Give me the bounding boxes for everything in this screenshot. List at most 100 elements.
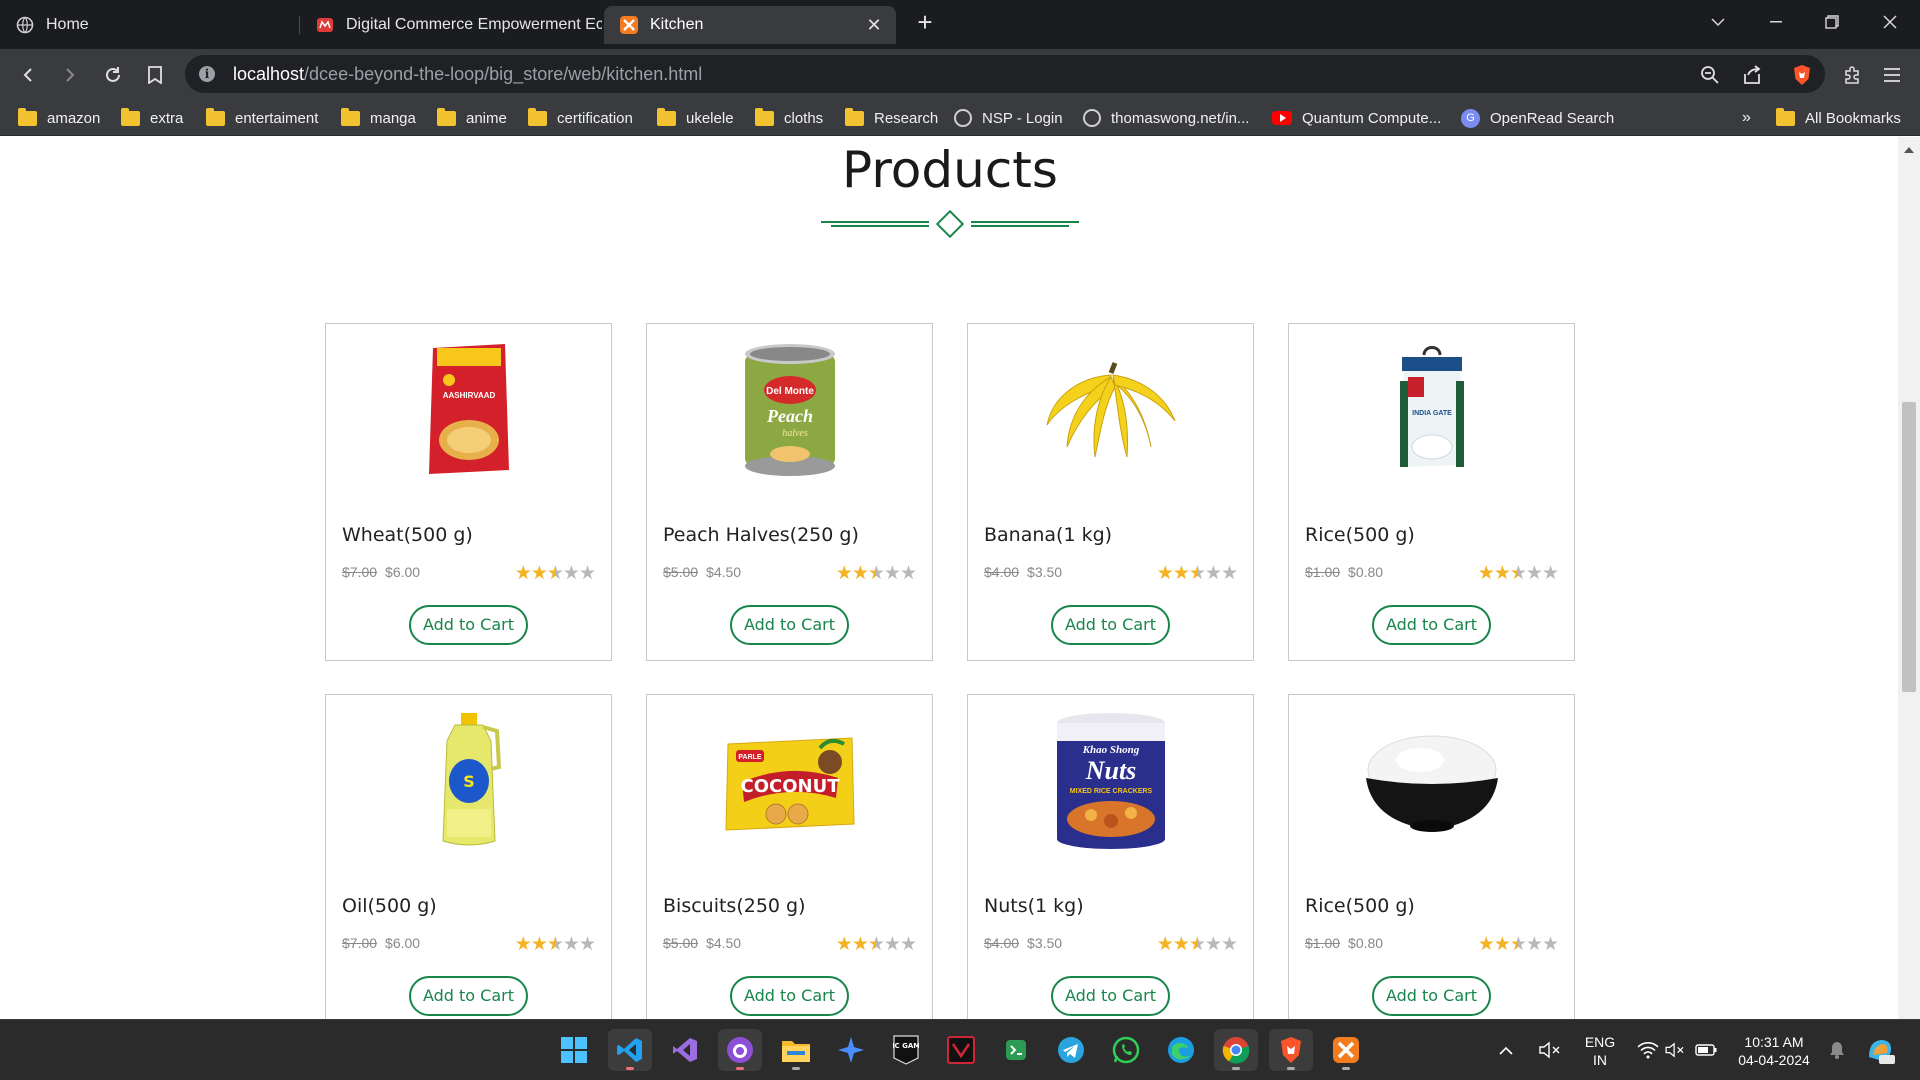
page-scrollbar[interactable] bbox=[1898, 137, 1920, 1019]
add-to-cart-button[interactable]: Add to Cart bbox=[1372, 605, 1491, 645]
product-card-peach-halves[interactable]: Del Monte Peach halves Peach Halves(250 … bbox=[646, 323, 933, 661]
address-bar[interactable]: i localhost/dcee-beyond-the-loop/big_sto… bbox=[185, 55, 1825, 93]
bookmark-entertaiment[interactable]: entertaiment bbox=[206, 107, 318, 128]
add-to-cart-button[interactable]: Add to Cart bbox=[730, 605, 849, 645]
bookmark-manga[interactable]: manga bbox=[341, 107, 416, 128]
product-name[interactable]: Rice(500 g) bbox=[1305, 524, 1415, 546]
tab-digital-commerce[interactable]: Digital Commerce Empowerment Ec bbox=[300, 6, 602, 44]
bookmark-nsp-login[interactable]: NSP - Login bbox=[954, 108, 1063, 128]
product-image[interactable]: AASHIRVAAD bbox=[326, 340, 611, 480]
bookmark-amazon[interactable]: amazon bbox=[18, 107, 100, 128]
xampp-icon[interactable] bbox=[1324, 1029, 1368, 1071]
windows-start-icon[interactable] bbox=[552, 1029, 596, 1071]
product-name[interactable]: Rice(500 g) bbox=[1305, 895, 1415, 917]
product-image[interactable] bbox=[1289, 711, 1574, 851]
show-hidden-icons-chevron-icon[interactable] bbox=[1490, 1029, 1522, 1071]
vscode-icon[interactable] bbox=[608, 1029, 652, 1071]
epic-games-icon[interactable]: EPIC GAMES bbox=[884, 1029, 928, 1071]
rice-bag-icon: INDIA GATE bbox=[1399, 346, 1464, 467]
old-price: $7.00 bbox=[342, 564, 378, 580]
back-arrow-icon[interactable] bbox=[14, 61, 42, 89]
add-to-cart-button[interactable]: Add to Cart bbox=[409, 605, 528, 645]
rating-stars: ★★★★★ bbox=[835, 934, 917, 955]
share-icon[interactable] bbox=[1738, 61, 1766, 89]
add-to-cart-button[interactable]: Add to Cart bbox=[1051, 605, 1170, 645]
language-indicator[interactable]: ENG IN bbox=[1580, 1033, 1620, 1069]
close-icon[interactable]: ✕ bbox=[864, 15, 884, 35]
telegram-icon[interactable] bbox=[1049, 1029, 1093, 1071]
product-card-rice-bowl[interactable]: Rice(500 g) $1.00 $0.80 ★★★★★ Add to Cart bbox=[1288, 694, 1575, 1019]
product-image[interactable]: Del Monte Peach halves bbox=[647, 340, 932, 480]
zoom-icon[interactable] bbox=[1696, 61, 1724, 89]
copilot-pre-icon[interactable] bbox=[1858, 1029, 1902, 1071]
product-card-wheat[interactable]: AASHIRVAAD Wheat(500 g) $7.00 $6.00 ★★★★★… bbox=[325, 323, 612, 661]
whatsapp-icon[interactable] bbox=[1104, 1029, 1148, 1071]
product-name[interactable]: Peach Halves(250 g) bbox=[663, 524, 859, 546]
openread-icon: G bbox=[1461, 108, 1480, 128]
brave-shields-icon[interactable] bbox=[1788, 61, 1816, 89]
tab-home[interactable]: Home bbox=[0, 6, 300, 44]
add-to-cart-button[interactable]: Add to Cart bbox=[730, 976, 849, 1016]
bookmark-icon[interactable] bbox=[141, 61, 169, 89]
bookmark-extra[interactable]: extra bbox=[121, 107, 183, 128]
android-studio-icon[interactable] bbox=[994, 1029, 1038, 1071]
copilot-icon[interactable] bbox=[829, 1029, 873, 1071]
extensions-icon[interactable] bbox=[1838, 61, 1866, 89]
product-card-rice[interactable]: INDIA GATE Rice(500 g) $1.00 $0.80 ★★★★★ … bbox=[1288, 323, 1575, 661]
close-window-button[interactable] bbox=[1868, 6, 1912, 38]
tab-kitchen[interactable]: Kitchen ✕ bbox=[604, 6, 896, 44]
product-name[interactable]: Biscuits(250 g) bbox=[663, 895, 806, 917]
add-to-cart-button[interactable]: Add to Cart bbox=[1372, 976, 1491, 1016]
bookmark-cloths[interactable]: cloths bbox=[755, 107, 823, 128]
add-to-cart-button[interactable]: Add to Cart bbox=[1051, 976, 1170, 1016]
bookmark-anime[interactable]: anime bbox=[437, 107, 507, 128]
restore-button[interactable] bbox=[1810, 6, 1854, 38]
bookmarks-overflow-button[interactable]: » bbox=[1742, 108, 1751, 128]
url-text[interactable]: localhost/dcee-beyond-the-loop/big_store… bbox=[233, 64, 702, 85]
site-info-icon[interactable]: i bbox=[199, 66, 215, 82]
product-image[interactable] bbox=[968, 340, 1253, 480]
product-image[interactable]: PARLE COCONUT bbox=[647, 711, 932, 851]
bookmark-research[interactable]: Research bbox=[845, 107, 938, 128]
visual-studio-icon[interactable] bbox=[663, 1029, 707, 1071]
product-name[interactable]: Oil(500 g) bbox=[342, 895, 437, 917]
speaker-muted-icon[interactable] bbox=[1532, 1029, 1568, 1071]
file-explorer-icon[interactable] bbox=[774, 1029, 818, 1071]
product-card-banana[interactable]: Banana(1 kg) $4.00 $3.50 ★★★★★ Add to Car… bbox=[967, 323, 1254, 661]
globe-icon bbox=[16, 16, 34, 34]
scroll-up-arrow-icon[interactable] bbox=[1904, 147, 1914, 153]
product-name[interactable]: Nuts(1 kg) bbox=[984, 895, 1084, 917]
product-image[interactable]: S bbox=[326, 711, 611, 851]
add-to-cart-button[interactable]: Add to Cart bbox=[409, 976, 528, 1016]
bookmark-quantum-compute[interactable]: Quantum Compute... bbox=[1272, 108, 1441, 128]
product-name[interactable]: Wheat(500 g) bbox=[342, 524, 473, 546]
bookmark-ukelele[interactable]: ukelele bbox=[657, 107, 734, 128]
github-desktop-icon[interactable] bbox=[718, 1029, 762, 1071]
new-tab-button[interactable]: + bbox=[912, 9, 938, 36]
bookmark-thomaswong[interactable]: thomaswong.net/in... bbox=[1083, 108, 1249, 128]
chrome-icon[interactable] bbox=[1214, 1029, 1258, 1071]
tab-list-chevron-icon[interactable] bbox=[1696, 6, 1740, 38]
all-bookmarks-button[interactable]: All Bookmarks bbox=[1776, 107, 1901, 128]
clock[interactable]: 10:31 AM 04-04-2024 bbox=[1728, 1033, 1820, 1069]
reload-icon[interactable] bbox=[99, 61, 127, 89]
product-image[interactable]: Khao Shong Nuts MIXED RICE CRACKERS bbox=[968, 711, 1253, 851]
product-card-biscuits[interactable]: PARLE COCONUT Biscuits(250 g) $5.00 $4.50… bbox=[646, 694, 933, 1019]
product-card-oil[interactable]: S Oil(500 g) $7.00 $6.00 ★★★★★ Add to Car… bbox=[325, 694, 612, 1019]
brave-icon[interactable] bbox=[1269, 1029, 1313, 1071]
edge-icon[interactable] bbox=[1159, 1029, 1203, 1071]
product-name[interactable]: Banana(1 kg) bbox=[984, 524, 1112, 546]
notification-bell-icon[interactable] bbox=[1822, 1029, 1852, 1071]
volume-muted-icon[interactable] bbox=[1660, 1029, 1690, 1071]
vivaldi-icon[interactable] bbox=[939, 1029, 983, 1071]
bookmark-certification[interactable]: certification bbox=[528, 107, 633, 128]
product-image[interactable]: INDIA GATE bbox=[1289, 340, 1574, 480]
forward-arrow-icon[interactable] bbox=[56, 61, 84, 89]
scrollbar-thumb[interactable] bbox=[1902, 402, 1916, 692]
menu-icon[interactable] bbox=[1878, 61, 1906, 89]
minimize-button[interactable] bbox=[1754, 6, 1798, 38]
bookmark-openread-search[interactable]: G OpenRead Search bbox=[1461, 108, 1614, 128]
battery-icon[interactable] bbox=[1690, 1029, 1722, 1071]
youtube-icon bbox=[1272, 111, 1292, 125]
product-card-nuts[interactable]: Khao Shong Nuts MIXED RICE CRACKERS Nuts… bbox=[967, 694, 1254, 1019]
